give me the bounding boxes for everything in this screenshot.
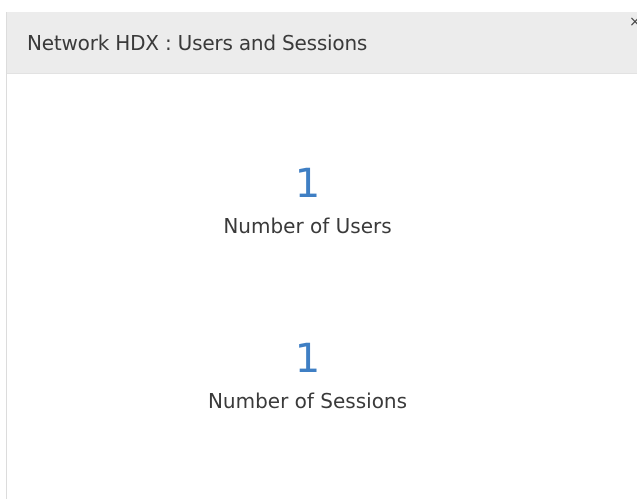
- panel-title: Network HDX : Users and Sessions: [27, 31, 368, 55]
- sessions-metric: 1 Number of Sessions: [7, 337, 637, 413]
- sessions-count: 1: [294, 336, 321, 382]
- sessions-label: Number of Sessions: [207, 389, 408, 413]
- widget-panel: Network HDX : Users and Sessions × 1 Num…: [6, 12, 637, 499]
- panel-header: Network HDX : Users and Sessions ×: [7, 12, 637, 74]
- users-count: 1: [294, 161, 321, 207]
- users-metric: 1 Number of Users: [7, 162, 637, 238]
- close-icon[interactable]: ×: [628, 15, 637, 29]
- users-label: Number of Users: [223, 214, 392, 238]
